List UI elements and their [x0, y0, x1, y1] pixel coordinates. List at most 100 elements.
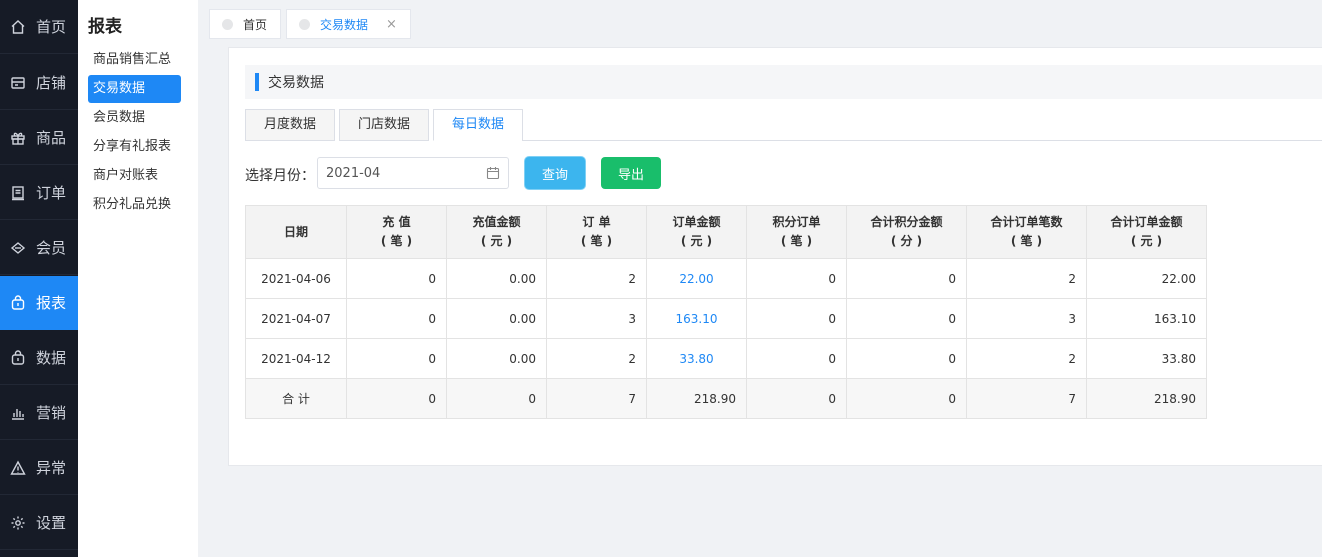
nav-label: 订单 [36, 184, 67, 202]
cell-recharge-amount: 0.00 [446, 258, 547, 299]
gift-icon [11, 132, 25, 145]
column-header-points-orders: 积分订单( 笔 ) [746, 205, 847, 259]
cell-total-points-amount: 0 [846, 298, 967, 339]
cell-order-count: 2 [546, 338, 647, 379]
cell-points-orders: 0 [746, 378, 847, 419]
cell-points-orders: 0 [746, 338, 847, 379]
cell-order-count: 7 [546, 378, 647, 419]
cell-recharge-amount: 0 [446, 378, 547, 419]
cell-date: 2021-04-07 [245, 298, 347, 339]
cell-points-orders: 0 [746, 298, 847, 339]
cell-total-order-amount: 218.90 [1086, 378, 1207, 419]
submenu-item-merchant-reconciliation[interactable]: 商户对账表 [88, 162, 181, 190]
cell-total-order-amount: 22.00 [1086, 258, 1207, 299]
cell-total-points-amount: 0 [846, 258, 967, 299]
tab-status-dot [222, 18, 233, 30]
cell-total-order-amount: 163.10 [1086, 298, 1207, 339]
nav-label: 店铺 [36, 74, 67, 92]
cell-total-order-count: 3 [966, 298, 1087, 339]
section-title: 交易数据 [268, 75, 324, 91]
column-header-recharge-amount: 充值金额( 元 ) [446, 205, 547, 259]
cell-order-count: 3 [546, 298, 647, 339]
month-picker-input[interactable] [317, 157, 509, 189]
cell-recharge-amount: 0.00 [446, 298, 547, 339]
nav-label: 首页 [36, 18, 67, 36]
cell-total-order-count: 2 [966, 258, 1087, 299]
table-total-row: 合 计 0 0 7 218.90 0 0 7 218.90 [245, 378, 1207, 419]
warning-icon [10, 460, 26, 475]
cell-order-amount-link[interactable]: 163.10 [646, 298, 747, 339]
tab-store-data[interactable]: 门店数据 [339, 109, 429, 141]
gear-icon [11, 516, 25, 529]
month-filter-label: 选择月份： [245, 168, 315, 184]
section-header: 交易数据 [245, 65, 1322, 99]
cell-order-count: 2 [546, 258, 647, 299]
member-icon [10, 241, 26, 254]
cell-recharge-count: 0 [346, 338, 447, 379]
transaction-table: 日期 充 值( 笔 ) 充值金额( 元 ) 订 单( 笔 ) 订单金额( 元 )… [245, 205, 1207, 419]
section-accent-bar [255, 73, 259, 91]
cell-order-amount-link[interactable]: 22.00 [646, 258, 747, 299]
sub-menu: 报表 商品销售汇总 交易数据 会员数据 分享有礼报表 商户对账表 积分礼品兑换 [78, 0, 198, 557]
tab-home[interactable]: 首页 [209, 9, 281, 39]
tab-monthly-data[interactable]: 月度数据 [245, 109, 335, 141]
tab-divider [522, 140, 1322, 141]
calendar-icon[interactable] [486, 166, 500, 180]
table-row: 2021-04-06 0 0.00 2 22.00 0 0 2 22.00 [245, 258, 1207, 299]
table-row: 2021-04-07 0 0.00 3 163.10 0 0 3 163.10 [245, 298, 1207, 339]
nav-item-home[interactable]: 首页 [0, 0, 78, 54]
nav-label: 营销 [36, 404, 67, 422]
cell-order-amount: 218.90 [646, 378, 747, 419]
nav-label: 数据 [36, 349, 67, 367]
chart-bar-icon [12, 408, 24, 420]
cell-recharge-count: 0 [346, 258, 447, 299]
column-header-date: 日期 [245, 205, 347, 259]
nav-item-report[interactable]: 报表 [0, 276, 78, 330]
cell-order-amount-link[interactable]: 33.80 [646, 338, 747, 379]
nav-label: 会员 [36, 239, 67, 257]
nav-item-goods[interactable]: 商品 [0, 111, 78, 165]
tab-transaction-data[interactable]: 交易数据 × [286, 9, 411, 39]
cell-points-orders: 0 [746, 258, 847, 299]
query-button[interactable]: 查询 [525, 157, 585, 189]
cell-total-order-count: 7 [966, 378, 1087, 419]
submenu-title: 报表 [88, 17, 122, 37]
tab-daily-data[interactable]: 每日数据 [433, 109, 523, 141]
nav-label: 设置 [36, 514, 67, 532]
nav-item-order[interactable]: 订单 [0, 166, 78, 220]
order-icon [12, 185, 24, 200]
cell-date: 2021-04-06 [245, 258, 347, 299]
column-header-total-order-count: 合计订单笔数( 笔 ) [966, 205, 1087, 259]
table-row: 2021-04-12 0 0.00 2 33.80 0 0 2 33.80 [245, 338, 1207, 379]
nav-item-settings[interactable]: 设置 [0, 496, 78, 550]
store-icon [11, 76, 25, 89]
submenu-item-transaction-data[interactable]: 交易数据 [88, 75, 181, 103]
submenu-item-share-gift-report[interactable]: 分享有礼报表 [88, 133, 181, 161]
data-icon [11, 349, 25, 365]
nav-item-exception[interactable]: 异常 [0, 441, 78, 495]
cell-recharge-amount: 0.00 [446, 338, 547, 379]
nav-label: 异常 [36, 459, 67, 477]
cell-date: 2021-04-12 [245, 338, 347, 379]
table-header-row: 日期 充 值( 笔 ) 充值金额( 元 ) 订 单( 笔 ) 订单金额( 元 )… [245, 205, 1207, 259]
column-header-total-order-amount: 合计订单金额( 元 ) [1086, 205, 1207, 259]
cell-total-label: 合 计 [245, 378, 347, 419]
export-button[interactable]: 导出 [601, 157, 661, 189]
main-nav: 首页 店铺 商品 订单 会员 报表 数据 营销 异常 设置 [0, 0, 78, 557]
close-icon[interactable]: × [386, 17, 397, 32]
nav-item-store[interactable]: 店铺 [0, 56, 78, 110]
nav-item-member[interactable]: 会员 [0, 221, 78, 275]
column-header-total-points-amount: 合计积分金额( 分 ) [846, 205, 967, 259]
cell-total-order-count: 2 [966, 338, 1087, 379]
nav-item-marketing[interactable]: 营销 [0, 386, 78, 440]
column-header-recharge-count: 充 值( 笔 ) [346, 205, 447, 259]
submenu-item-sales-summary[interactable]: 商品销售汇总 [88, 46, 181, 74]
submenu-item-member-data[interactable]: 会员数据 [88, 104, 181, 132]
tab-status-dot [299, 18, 310, 30]
column-header-order-count: 订 单( 笔 ) [546, 205, 647, 259]
cell-recharge-count: 0 [346, 378, 447, 419]
tab-label: 交易数据 [320, 17, 369, 32]
submenu-item-points-gift-redeem[interactable]: 积分礼品兑换 [88, 191, 181, 219]
nav-item-data[interactable]: 数据 [0, 331, 78, 385]
cell-recharge-count: 0 [346, 298, 447, 339]
